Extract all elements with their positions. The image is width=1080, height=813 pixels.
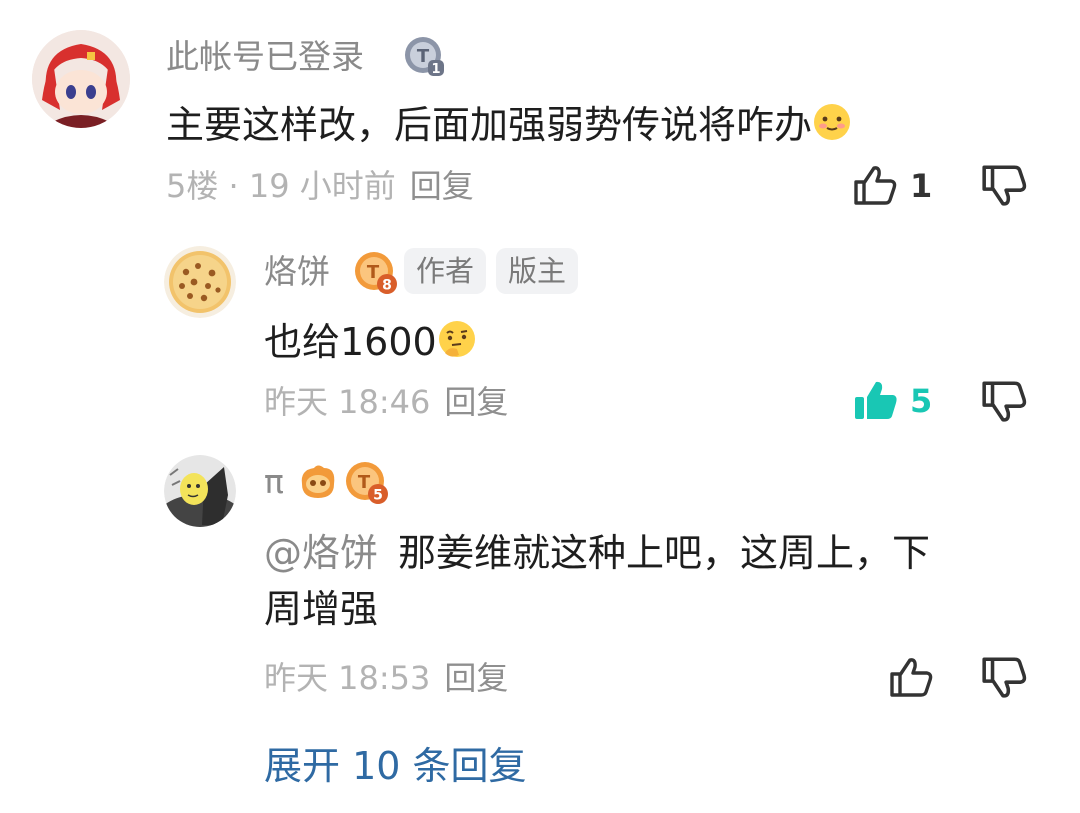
avatar[interactable] (164, 246, 236, 318)
svg-text:8: 8 (382, 278, 392, 294)
dislike-button[interactable] (980, 164, 1028, 208)
like-button[interactable]: 5 (852, 377, 942, 423)
thumbs-down-icon (982, 381, 1027, 422)
avatar[interactable] (164, 455, 236, 527)
comment-text: 也给1600 (264, 314, 477, 374)
tag-author: 作者 (404, 248, 487, 294)
reply-button[interactable]: 回复 (444, 659, 508, 697)
thumbs-down-icon (982, 657, 1027, 698)
reply-button[interactable]: 回复 (410, 167, 474, 205)
user-mention[interactable]: @烙饼 (264, 531, 378, 575)
avatar[interactable] (32, 30, 130, 128)
comment-meta: 昨天 18:46 回复 (264, 382, 508, 422)
like-count: 1 (910, 167, 933, 205)
like-button[interactable]: 1 (852, 162, 942, 208)
comment-text: 主要这样改，后面加强弱势传说将咋办 (166, 97, 852, 157)
thumbs-up-icon (852, 379, 900, 425)
thumbs-up-icon (852, 164, 898, 210)
reply-button[interactable]: 回复 (444, 383, 508, 421)
comment-meta: 5楼 · 19 小时前 回复 (166, 166, 474, 206)
level-badge: T 8 (354, 251, 398, 295)
floor-time: 5楼 · 19 小时前 (166, 167, 396, 205)
svg-text:T: T (417, 46, 430, 67)
slightly-smiling-emoji (812, 101, 852, 157)
svg-text:5: 5 (373, 488, 383, 504)
like-button[interactable] (888, 654, 936, 700)
thinking-emoji (437, 318, 477, 374)
svg-text:1: 1 (431, 62, 440, 77)
level-badge: T 5 (345, 461, 389, 505)
expand-replies-link[interactable]: 展开 10 条回复 (264, 742, 527, 790)
like-count: 5 (910, 382, 933, 420)
thumbs-down-icon (982, 165, 1027, 206)
tag-moderator: 版主 (496, 248, 579, 294)
thumbs-up-icon (888, 656, 934, 702)
comment-author[interactable]: 此帐号已登录 (166, 37, 364, 77)
comment-author[interactable]: π (264, 462, 284, 502)
comment-meta: 昨天 18:53 回复 (264, 658, 508, 698)
comment-time: 昨天 18:46 (264, 383, 431, 421)
comment-author[interactable]: 烙饼 (264, 252, 330, 292)
comment-time: 昨天 18:53 (264, 659, 431, 697)
level-badge: T 1 (404, 36, 446, 78)
comment-text: @烙饼 那姜维就这种上吧，这周上，下 周增强 (264, 531, 931, 631)
dislike-button[interactable] (980, 656, 1028, 700)
dislike-button[interactable] (980, 380, 1028, 424)
fan-badge (296, 462, 340, 502)
